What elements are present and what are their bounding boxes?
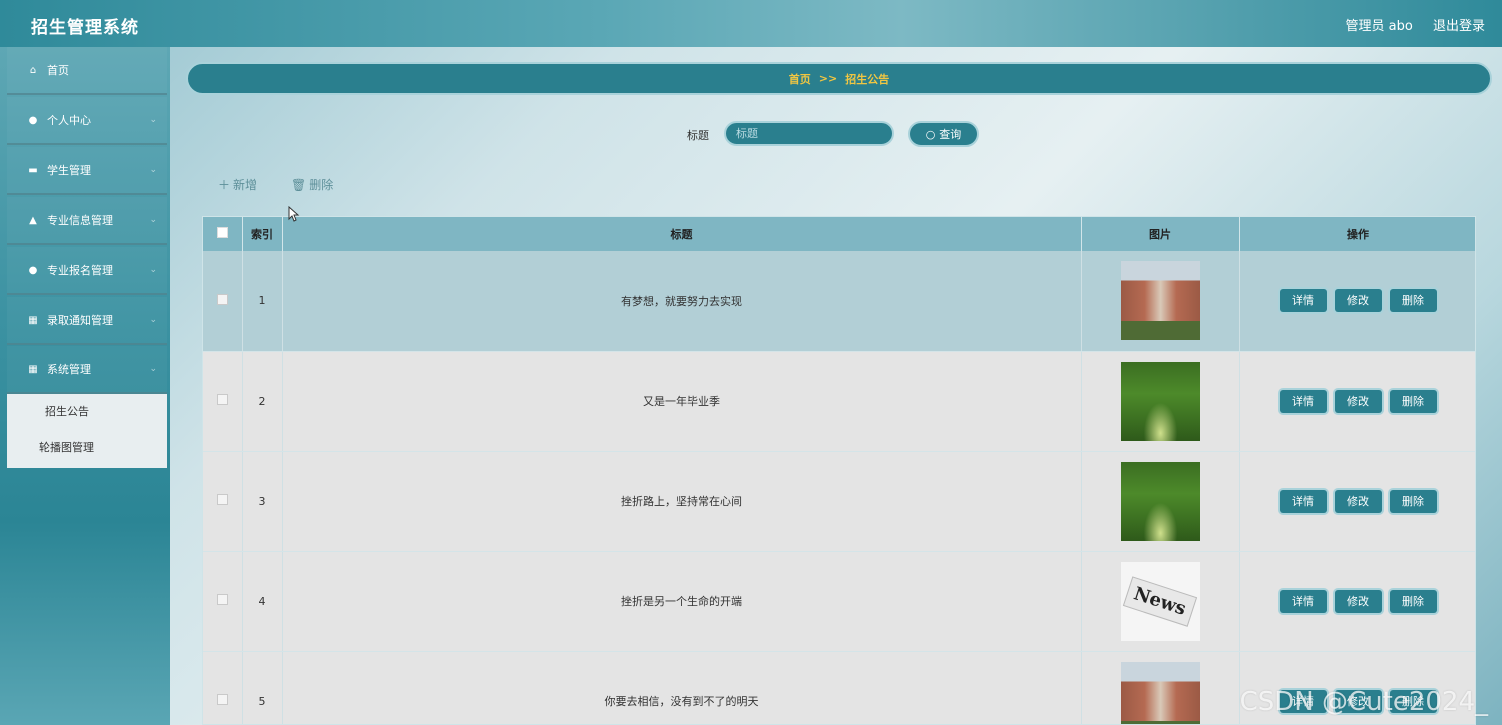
delete-button[interactable]: 删除 (1389, 589, 1437, 613)
map-pin-icon: ● (28, 264, 38, 276)
column-header-image: 图片 (1081, 217, 1240, 251)
row-title: 挫折是另一个生命的开端 (282, 551, 1082, 652)
row-index: 2 (242, 351, 283, 452)
row-checkbox[interactable] (216, 494, 228, 505)
user-icon: ● (28, 114, 38, 126)
row-index: 1 (242, 251, 283, 352)
logout-link[interactable]: 退出登录 (1433, 19, 1485, 34)
detail-button[interactable]: 详情 (1279, 389, 1327, 413)
sidebar-item-label: 个人中心 (47, 114, 91, 127)
sidebar-item-label: 首页 (47, 64, 69, 77)
row-index: 5 (242, 651, 283, 724)
breadcrumb-home[interactable]: 首页 (789, 71, 811, 87)
search-button[interactable]: ○ 查询 (908, 121, 979, 147)
edit-button[interactable]: 修改 (1334, 589, 1382, 613)
briefcase-icon: ▬ (28, 164, 38, 176)
row-title: 你要去相信，没有到不了的明天 (282, 651, 1082, 724)
table-row[interactable]: 3 挫折路上，坚持常在心间 详情 修改 删除 (203, 451, 1475, 552)
submenu-item-announcement[interactable]: 招生公告 (7, 394, 167, 430)
row-image-trees (1120, 361, 1200, 441)
row-image-trees (1120, 461, 1200, 541)
search-label: 标题 (687, 129, 709, 142)
watermark: CSDN @Cute2024_ (1239, 687, 1488, 717)
row-index: 3 (242, 451, 283, 552)
chevron-down-icon: ⌄ (149, 165, 157, 175)
delete-button[interactable]: 删除 (1389, 389, 1437, 413)
column-header-actions: 操作 (1239, 217, 1475, 251)
thumbs-up-icon: ▲ (29, 214, 37, 226)
select-all-cell (203, 217, 243, 251)
sidebar-item-label: 专业信息管理 (47, 214, 113, 227)
chevron-down-icon: ⌄ (149, 315, 157, 325)
row-index: 4 (242, 551, 283, 652)
table-row[interactable]: 4 挫折是另一个生命的开端 News 详情 修改 删除 (203, 551, 1475, 652)
plus-icon: ＋ (218, 178, 231, 192)
bulk-delete-button[interactable]: 🗑 删除 (291, 176, 333, 193)
system-submenu: 招生公告 轮播图管理 (7, 394, 167, 468)
delete-label: 删除 (309, 178, 334, 192)
table-header-row: 索引 标题 图片 操作 (203, 217, 1475, 251)
row-title: 又是一年毕业季 (282, 351, 1082, 452)
column-header-index: 索引 (242, 217, 283, 251)
delete-button[interactable]: 删除 (1389, 289, 1437, 313)
sidebar-item-student-management[interactable]: ▬ 学生管理 ⌄ (7, 147, 167, 195)
table-row[interactable]: 2 又是一年毕业季 详情 修改 删除 (203, 351, 1475, 452)
user-area: 管理员 abo 退出登录 (1330, 15, 1485, 34)
sidebar-item-label: 系统管理 (47, 363, 91, 376)
edit-button[interactable]: 修改 (1334, 289, 1382, 313)
delete-button[interactable]: 删除 (1389, 489, 1437, 513)
row-image-campus (1120, 661, 1200, 724)
current-user-label[interactable]: 管理员 abo (1346, 19, 1413, 34)
table-row[interactable]: 1 有梦想，就要努力去实现 详情 修改 删除 (203, 251, 1475, 352)
row-title: 有梦想，就要努力去实现 (282, 251, 1082, 352)
home-icon: ⌂ (29, 64, 37, 76)
chevron-down-icon: ⌄ (149, 364, 157, 374)
sidebar-item-admission-notice[interactable]: ▦ 录取通知管理 ⌄ (7, 297, 167, 345)
search-icon: ○ (925, 127, 936, 141)
sidebar-item-label: 学生管理 (47, 164, 91, 177)
row-image-campus (1120, 261, 1200, 341)
search-button-label: 查询 (939, 128, 962, 141)
add-button[interactable]: ＋新增 (218, 176, 257, 193)
app-title: 招生管理系统 (31, 18, 139, 38)
row-checkbox[interactable] (216, 694, 228, 705)
row-image-news: News (1120, 561, 1200, 641)
row-checkbox[interactable] (216, 293, 228, 305)
mouse-cursor-icon (288, 206, 300, 222)
chevron-down-icon: ⌄ (149, 115, 157, 125)
sidebar-item-system-management[interactable]: ▦ 系统管理 ⌄ (7, 346, 167, 394)
edit-button[interactable]: 修改 (1334, 389, 1382, 413)
add-label: 新增 (233, 178, 258, 192)
row-checkbox[interactable] (216, 394, 228, 405)
breadcrumb-separator: >> (818, 72, 838, 85)
search-input[interactable] (724, 121, 894, 146)
trash-icon: 🗑 (291, 178, 307, 192)
sidebar-item-home[interactable]: ⌂ 首页 (7, 47, 167, 95)
row-title: 挫折路上，坚持常在心间 (282, 451, 1082, 552)
sidebar-item-major-registration[interactable]: ● 专业报名管理 ⌄ (7, 247, 167, 295)
news-image-text: News (1123, 575, 1197, 627)
row-checkbox[interactable] (216, 594, 228, 605)
grid-icon: ▦ (28, 314, 38, 326)
sidebar-item-personal-center[interactable]: ● 个人中心 ⌄ (7, 97, 167, 145)
grid-icon: ▦ (28, 363, 38, 375)
breadcrumb-current: 招生公告 (845, 72, 890, 86)
sidebar-item-label: 专业报名管理 (47, 264, 113, 277)
edit-button[interactable]: 修改 (1334, 489, 1382, 513)
sidebar-item-major-info[interactable]: ▲ 专业信息管理 ⌄ (7, 197, 167, 245)
data-table: 索引 标题 图片 操作 1 有梦想，就要努力去实现 详情 修改 删除 2 又是一年毕… (202, 216, 1476, 725)
detail-button[interactable]: 详情 (1279, 289, 1327, 313)
select-all-checkbox[interactable] (216, 227, 228, 238)
top-header: 招生管理系统 管理员 abo 退出登录 (0, 0, 1502, 47)
chevron-down-icon: ⌄ (149, 215, 157, 225)
submenu-item-carousel[interactable]: 轮播图管理 (7, 430, 167, 466)
chevron-down-icon: ⌄ (149, 265, 157, 275)
column-header-title: 标题 (282, 217, 1082, 251)
detail-button[interactable]: 详情 (1279, 589, 1327, 613)
detail-button[interactable]: 详情 (1279, 489, 1327, 513)
breadcrumb: 首页 >> 招生公告 (186, 62, 1492, 95)
sidebar-item-label: 录取通知管理 (47, 314, 113, 327)
